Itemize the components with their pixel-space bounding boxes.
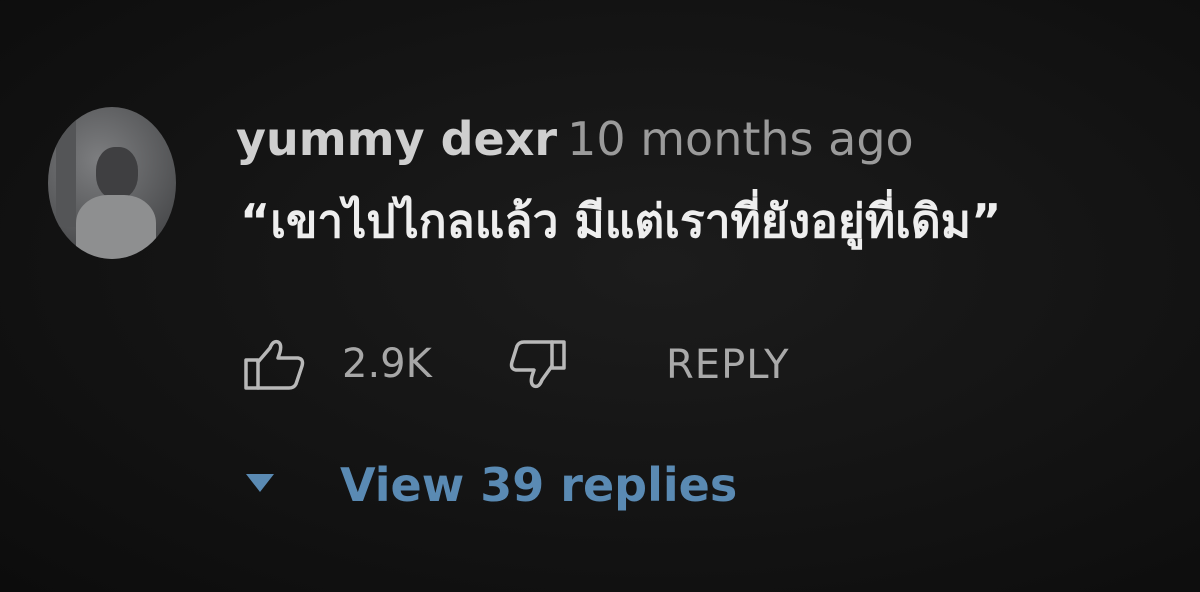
caret-down-icon	[246, 474, 274, 492]
comment-timestamp[interactable]: 10 months ago	[567, 112, 914, 166]
author-name[interactable]: yummy dexr	[236, 112, 557, 166]
like-count: 2.9K	[342, 341, 432, 387]
thumbs-up-icon	[244, 339, 305, 390]
avatar-figure-body	[76, 195, 156, 259]
comment-thread: yummy dexr 10 months ago “เขาไปไกลแล้ว มี…	[0, 0, 1200, 592]
thumbs-down-icon	[509, 340, 566, 389]
reply-button[interactable]: REPLY	[666, 336, 790, 394]
avatar[interactable]	[48, 107, 176, 259]
like-button[interactable]	[242, 336, 308, 392]
avatar-background	[56, 117, 76, 227]
comment-header: yummy dexr 10 months ago	[236, 110, 914, 168]
view-replies-label: View 39 replies	[340, 458, 738, 512]
dislike-button[interactable]	[508, 340, 568, 392]
avatar-figure-head	[96, 147, 138, 199]
comment-body: “เขาไปไกลแล้ว มีแต่เราที่ยังอยู่ที่เดิม”	[240, 194, 1002, 248]
